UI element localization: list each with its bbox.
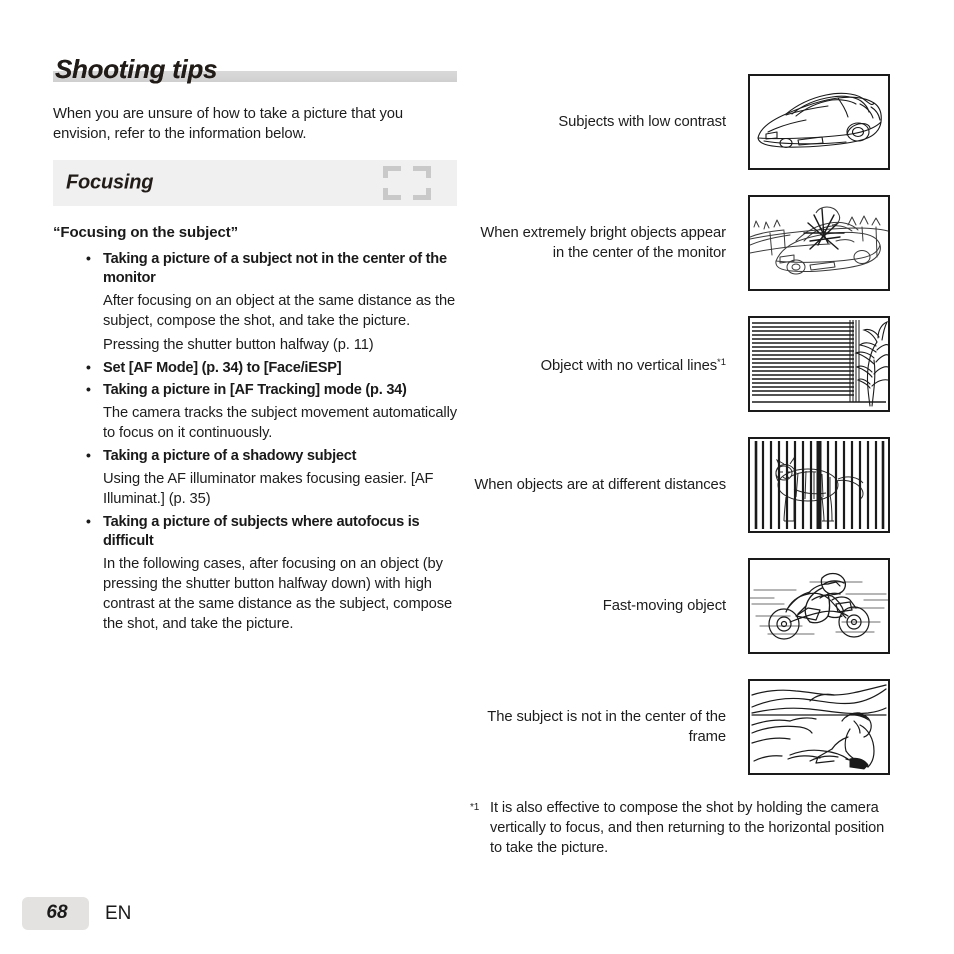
- body-paragraph: Using the AF illuminator makes focusing …: [103, 471, 434, 507]
- example-row: Object with no vertical lines*1: [470, 314, 890, 414]
- example-row: When extremely bright objects appear in …: [470, 193, 890, 293]
- page-number: 68: [46, 902, 68, 923]
- af-target-icon: [383, 166, 431, 200]
- body-paragraph: The camera tracks the subject movement a…: [103, 405, 457, 441]
- example-caption-text: When extremely bright objects appear in …: [480, 225, 726, 261]
- example-row: When objects are at different distances: [470, 435, 890, 535]
- example-caption-text: Subjects with low contrast: [558, 114, 726, 130]
- sports-car-illustration: [748, 74, 890, 170]
- example-caption-text: When objects are at different distances: [474, 477, 726, 493]
- list-item: Set [AF Mode] (p. 34) to [Face/iESP]: [85, 358, 457, 378]
- list-item: Taking a picture of subjects where autof…: [85, 512, 457, 551]
- footnote-marker: *1: [470, 802, 480, 813]
- footnote-marker: *1: [717, 356, 726, 368]
- af-corner-top-left: [383, 166, 401, 178]
- example-caption-text: Object with no vertical lines: [540, 357, 718, 374]
- example-row: The subject is not in the center of the …: [470, 677, 890, 777]
- example-row: Fast-moving object: [470, 556, 890, 656]
- example-caption: Object with no vertical lines*1: [470, 353, 748, 376]
- bright-glare-car-illustration: [748, 195, 890, 291]
- motorcycle-illustration: [748, 558, 890, 654]
- example-caption: When objects are at different distances: [470, 475, 748, 495]
- page-number-chip: 68: [22, 897, 89, 930]
- body-paragraph: Pressing the shutter button halfway (p. …: [103, 337, 374, 353]
- example-caption-text: The subject is not in the center of the …: [487, 709, 726, 745]
- example-row: Subjects with low contrast: [470, 72, 890, 172]
- af-corner-top-right: [413, 166, 431, 178]
- subsection-heading: “Focusing on the subject”: [53, 224, 239, 241]
- page-title: Shooting tips: [55, 54, 218, 84]
- tiger-behind-bars-illustration: [748, 437, 890, 533]
- footnote: *1 It is also effective to compose the sh…: [470, 798, 890, 858]
- example-caption: When extremely bright objects appear in …: [470, 223, 748, 263]
- focusing-tips-list: Taking a picture of a subject not in the…: [53, 249, 457, 634]
- list-item: Taking a picture of a shadowy subject: [85, 446, 457, 466]
- beach-person-illustration: [748, 679, 890, 775]
- language-code: EN: [105, 902, 132, 924]
- intro-paragraph: When you are unsure of how to take a pic…: [53, 106, 404, 142]
- example-caption-text: Fast-moving object: [602, 598, 726, 614]
- footnote-text: It is also effective to compose the shot…: [490, 800, 885, 856]
- manual-page: Shooting tips When you are unsure of how…: [0, 0, 954, 954]
- body-paragraph: After focusing on an object at the same …: [103, 293, 456, 329]
- af-corner-bottom-right: [413, 188, 431, 200]
- chapter-title-block: Shooting tips: [53, 50, 457, 84]
- section-title: Focusing: [66, 171, 154, 194]
- page-footer: 68 EN: [22, 897, 131, 930]
- example-caption: Subjects with low contrast: [470, 112, 748, 132]
- right-column: Subjects with low contrast When extremel…: [470, 72, 890, 858]
- example-caption: Fast-moving object: [470, 596, 748, 616]
- list-item: Taking a picture of a subject not in the…: [85, 249, 457, 288]
- list-item: Taking a picture in [AF Tracking] mode (…: [85, 380, 457, 400]
- body-paragraph: In the following cases, after focusing o…: [103, 556, 453, 632]
- example-caption: The subject is not in the center of the …: [470, 707, 748, 747]
- left-column: Shooting tips When you are unsure of how…: [53, 50, 457, 638]
- section-header-focusing: Focusing: [53, 160, 457, 206]
- horizontal-blinds-illustration: [748, 316, 890, 412]
- af-corner-bottom-left: [383, 188, 401, 200]
